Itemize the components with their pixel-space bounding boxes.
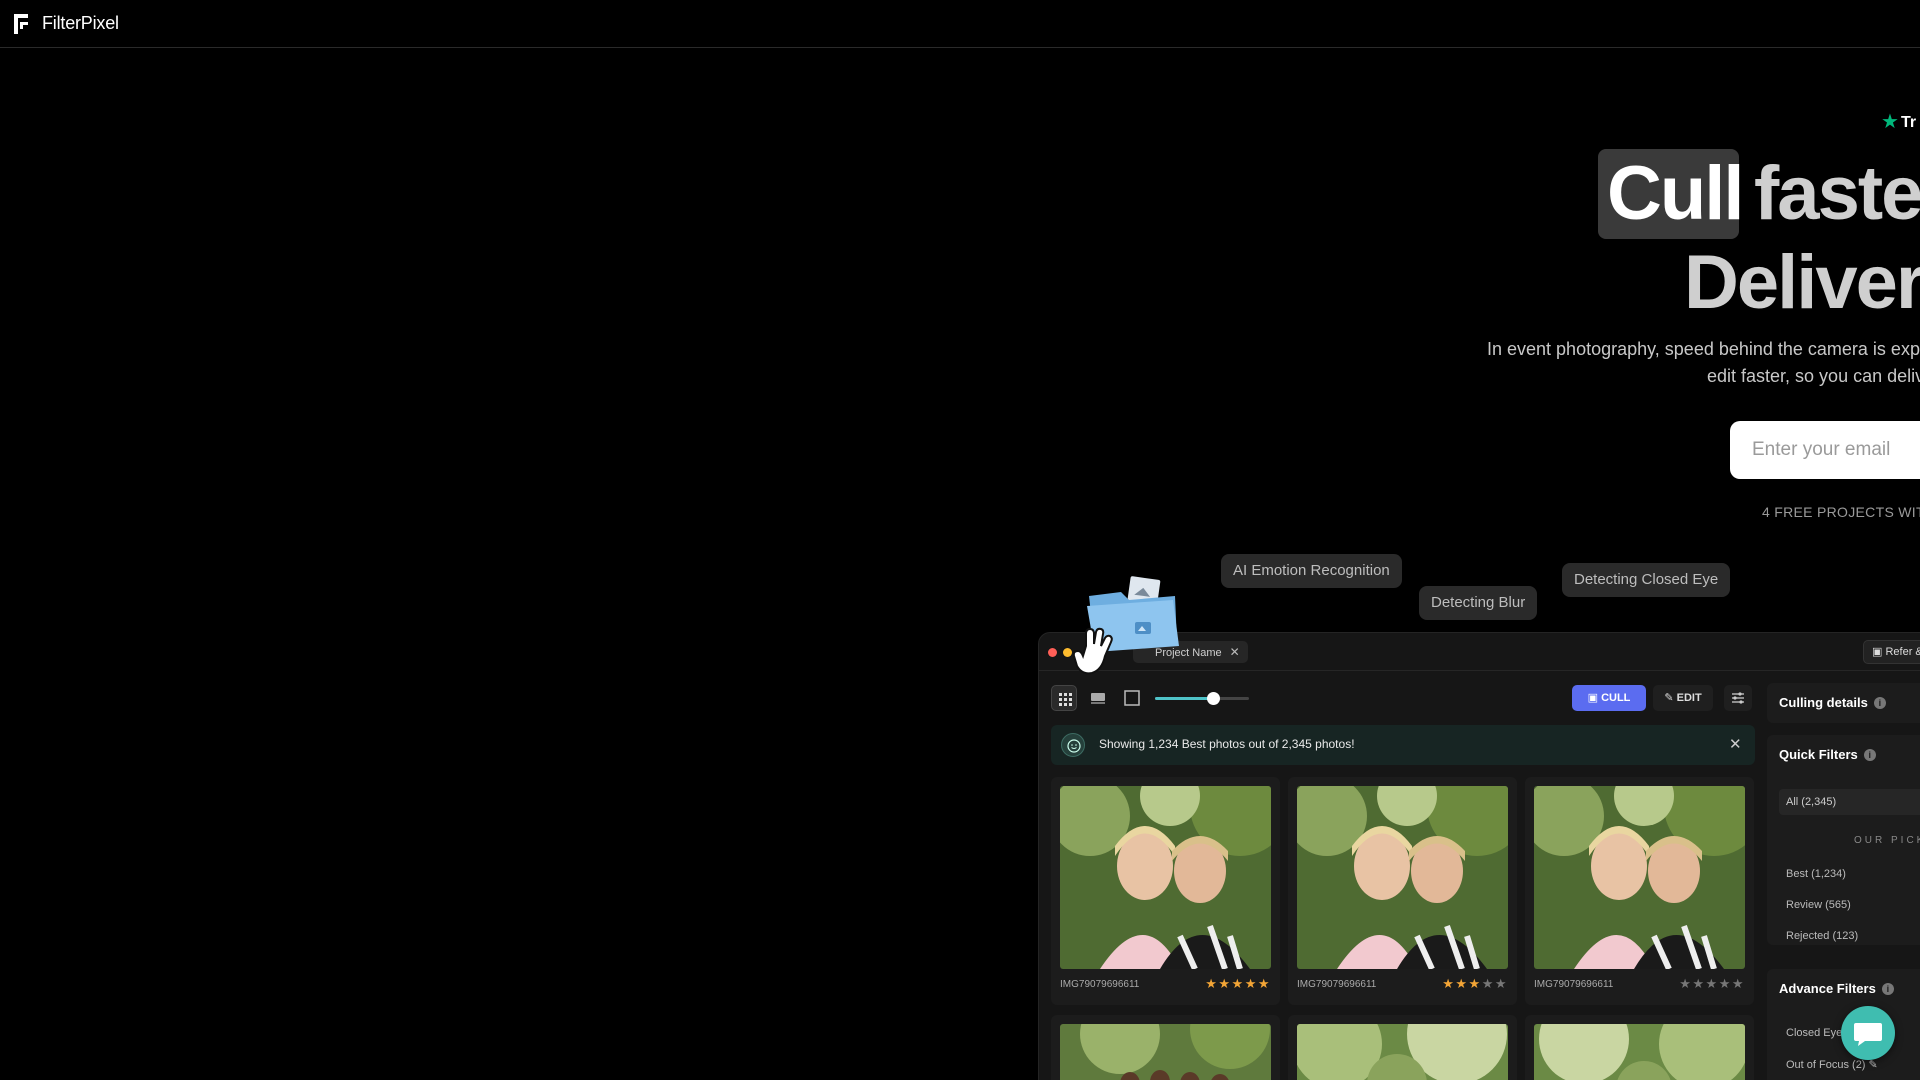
star-icon[interactable]: ★ — [1258, 976, 1271, 991]
star-icon[interactable]: ★ — [1692, 976, 1705, 991]
photo-card[interactable]: IMG79079696611 ★★★★★ — [1525, 777, 1754, 1005]
window-minimize-dot — [1063, 648, 1072, 657]
headline-line-2: Deliver — [1684, 240, 1920, 325]
filmstrip-view-icon[interactable] — [1085, 685, 1111, 711]
culling-details-panel: Culling details i — [1767, 683, 1920, 723]
culling-details-label: Culling details — [1779, 695, 1868, 710]
info-icon[interactable]: i — [1863, 749, 1876, 761]
filter-best[interactable]: Best (1,234) — [1786, 868, 1846, 880]
photo-filename: IMG79079696611 — [1534, 979, 1614, 990]
photo-thumbnail — [1534, 786, 1745, 969]
results-banner: Showing 1,234 Best photos out of 2,345 p… — [1051, 725, 1755, 765]
image-icon: ▣ — [1587, 692, 1598, 704]
zoom-slider[interactable] — [1155, 692, 1249, 705]
edit-button[interactable]: ✎ EDIT — [1653, 685, 1713, 711]
filter-all[interactable]: All (2,345) — [1779, 789, 1920, 815]
zoom-slider-handle[interactable] — [1207, 692, 1221, 705]
brand-name[interactable]: FilterPixel — [42, 13, 119, 34]
star-icon[interactable]: ★ — [1732, 976, 1745, 991]
star-icon[interactable]: ★ — [1442, 976, 1455, 991]
close-icon[interactable]: ✕ — [1230, 645, 1240, 659]
refer-label: Refer & — [1885, 646, 1920, 658]
adjustments-icon[interactable] — [1724, 685, 1752, 711]
photo-thumbnail — [1060, 786, 1271, 969]
filter-out-of-focus-label: Out of Focus (2) — [1786, 1059, 1866, 1071]
email-input[interactable] — [1730, 421, 1920, 479]
culling-details-title: Culling details i — [1779, 695, 1886, 710]
photo-card[interactable]: IMG79079696611 ★★★★★ — [1288, 777, 1517, 1005]
free-projects-note: 4 FREE PROJECTS WITH — [1762, 504, 1920, 520]
app-preview: Project Name ✕ ▣ Refer & ▣ CULL ✎ EDIT S… — [1038, 632, 1920, 1080]
photo-card[interactable] — [1288, 1015, 1517, 1080]
photo-thumbnail — [1060, 1024, 1271, 1080]
quick-filters-label: Quick Filters — [1779, 747, 1858, 762]
chat-button[interactable] — [1841, 1006, 1895, 1060]
info-icon[interactable]: i — [1873, 697, 1886, 709]
advance-filters-title: Advance Filters i — [1779, 981, 1894, 996]
chat-icon — [1854, 1023, 1882, 1046]
photo-filename: IMG79079696611 — [1060, 979, 1140, 990]
cull-button[interactable]: ▣ CULL — [1572, 685, 1646, 711]
trust-badge: ★ Tr — [1881, 108, 1916, 133]
zoom-slider-fill — [1155, 697, 1214, 700]
our-picks-label: OUR PICKS — [1854, 835, 1920, 846]
star-icon[interactable]: ★ — [1469, 976, 1482, 991]
smile-icon — [1061, 733, 1085, 757]
headline-rest: faste — [1754, 151, 1920, 236]
edit-label: EDIT — [1676, 692, 1702, 704]
star-icon[interactable]: ★ — [1679, 976, 1692, 991]
photo-filename: IMG79079696611 — [1297, 979, 1377, 990]
hero-subtitle-line-1: In event photography, speed behind the c… — [1487, 339, 1920, 359]
site-header: FilterPixel — [0, 0, 1920, 48]
pencil-icon: ✎ — [1664, 692, 1674, 704]
star-icon[interactable]: ★ — [1245, 976, 1258, 991]
filter-closed-eye[interactable]: Closed Eye — [1786, 1027, 1842, 1039]
cull-label: CULL — [1601, 692, 1631, 704]
window-close-dot — [1048, 648, 1057, 657]
filterpixel-logo-icon[interactable] — [14, 14, 30, 34]
star-icon[interactable]: ★ — [1719, 976, 1732, 991]
star-icon[interactable]: ★ — [1482, 976, 1495, 991]
hand-cursor-icon — [1072, 627, 1113, 675]
headline-highlight-word: Cull — [1607, 151, 1745, 236]
filter-rejected[interactable]: Rejected (123) — [1786, 930, 1858, 942]
photo-thumbnail — [1297, 1024, 1508, 1080]
star-icon[interactable]: ★ — [1495, 976, 1508, 991]
close-icon[interactable]: ✕ — [1729, 735, 1742, 753]
photo-thumbnail — [1534, 1024, 1745, 1080]
hero-subtitle-line-2: edit faster, so you can deliv — [1707, 366, 1920, 386]
quick-filters-panel: Quick Filters i All (2,345) OUR PICKS Bes… — [1767, 735, 1920, 945]
quick-filters-title: Quick Filters i — [1779, 747, 1876, 762]
trust-text: Tr — [1900, 114, 1917, 131]
star-rating[interactable]: ★★★★★ — [1679, 976, 1745, 992]
star-icon[interactable]: ★ — [1232, 976, 1245, 991]
star-icon[interactable]: ★ — [1455, 976, 1468, 991]
trustpilot-star-icon: ★ — [1881, 111, 1899, 133]
photo-card[interactable] — [1525, 1015, 1754, 1080]
refer-button[interactable]: ▣ Refer & — [1863, 640, 1920, 664]
banner-text: Showing 1,234 Best photos out of 2,345 p… — [1099, 737, 1355, 751]
filter-review[interactable]: Review (565) — [1786, 899, 1851, 911]
info-icon[interactable]: i — [1881, 983, 1894, 995]
star-rating[interactable]: ★★★★★ — [1442, 976, 1508, 992]
gift-icon: ▣ — [1872, 646, 1883, 658]
advance-filters-label: Advance Filters — [1779, 981, 1876, 996]
star-icon[interactable]: ★ — [1205, 976, 1218, 991]
star-icon[interactable]: ★ — [1706, 976, 1719, 991]
single-view-icon[interactable] — [1119, 685, 1145, 711]
photo-card[interactable]: IMG79079696611 ★★★★★ — [1051, 777, 1280, 1005]
chip-emotion-recognition: AI Emotion Recognition — [1221, 554, 1402, 588]
star-icon[interactable]: ★ — [1218, 976, 1231, 991]
pencil-icon[interactable]: ✎ — [1869, 1059, 1878, 1071]
photo-thumbnail — [1297, 786, 1508, 969]
chip-detecting-closed-eye: Detecting Closed Eye — [1562, 563, 1731, 597]
star-rating[interactable]: ★★★★★ — [1205, 976, 1271, 992]
photo-card[interactable] — [1051, 1015, 1280, 1080]
chip-detecting-blur: Detecting Blur — [1419, 586, 1538, 620]
grid-view-icon[interactable] — [1051, 685, 1077, 711]
